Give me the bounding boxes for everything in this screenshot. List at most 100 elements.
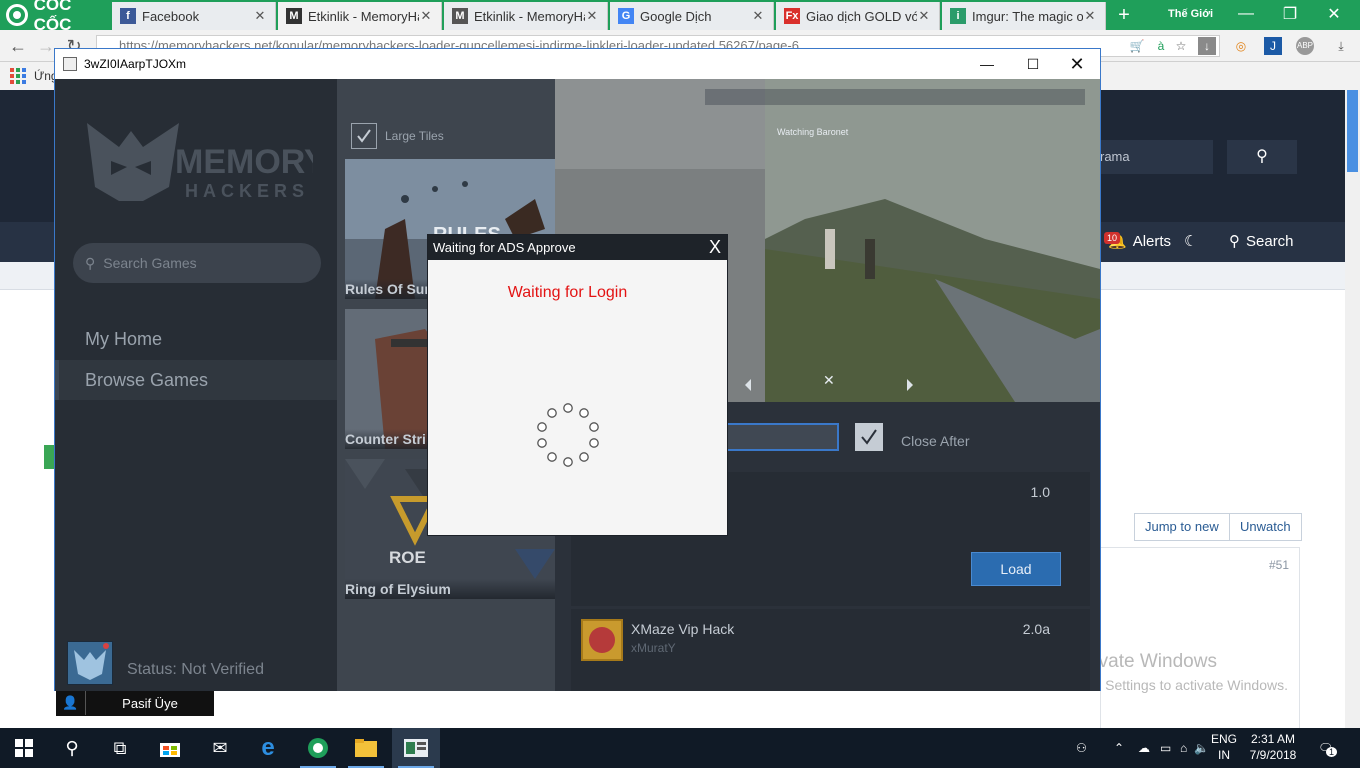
close-icon[interactable]: ✕ <box>917 8 931 24</box>
load-button[interactable]: Load <box>971 552 1061 586</box>
app-title: 3wZI0IAarpTJOXm <box>84 57 187 71</box>
search-icon[interactable]: ⚲ <box>48 728 96 768</box>
coccoc-taskbar-icon[interactable] <box>294 728 342 768</box>
loader-app-taskbar-icon[interactable] <box>392 728 440 768</box>
close-after-check[interactable] <box>855 423 883 451</box>
maximize-icon[interactable]: ☐ <box>1011 49 1055 79</box>
verification-status: Status: Not Verified <box>127 661 264 678</box>
system-clock[interactable]: 2:31 AM 7/9/2018 <box>1238 731 1308 763</box>
action-center-icon[interactable]: 🗨 1 <box>1318 728 1338 768</box>
new-tab-button[interactable]: + <box>1113 4 1135 26</box>
translate-icon[interactable]: à <box>1152 37 1170 55</box>
jump-to-new-button[interactable]: Jump to new <box>1134 513 1230 541</box>
dialog-close-button[interactable]: X <box>709 236 721 258</box>
mail-icon[interactable]: ✉ <box>196 728 244 768</box>
app-sidebar: MEMORY HACKERS ⚲ My Home Browse Games St… <box>55 79 337 691</box>
nav-search-link[interactable]: ⚲ Search <box>1229 232 1294 251</box>
onedrive-icon[interactable]: ☁ <box>1138 728 1150 768</box>
tab-label: Etkinlik - MemoryHac <box>308 8 419 24</box>
tab-imgur[interactable]: i Imgur: The magic of ✕ <box>942 2 1106 30</box>
svg-text:✕: ✕ <box>823 372 835 388</box>
menu-my-home[interactable]: My Home <box>55 319 337 359</box>
extension-icon[interactable]: J <box>1264 37 1282 55</box>
search-icon: ⚲ <box>1229 233 1240 250</box>
game-search-input[interactable] <box>103 255 304 271</box>
volume-icon[interactable]: 🔈 <box>1194 728 1209 768</box>
network-icon[interactable]: ⌂ <box>1180 728 1187 768</box>
close-icon[interactable]: ✕ <box>1083 8 1097 24</box>
fx-icon: Fx <box>784 8 800 24</box>
coccoc-logo-icon <box>6 4 28 26</box>
site-search-input[interactable]: rama <box>1090 140 1213 174</box>
user-role-card: 👤 Pasif Üye <box>56 690 214 716</box>
loader-card-xmaze[interactable]: XMaze Vip Hack xMuratY 2.0a <box>571 609 1090 691</box>
close-icon[interactable]: ✕ <box>585 8 599 24</box>
close-icon[interactable]: ✕ <box>751 8 765 24</box>
show-hidden-icons[interactable]: ⌃ <box>1114 728 1124 768</box>
minimize-icon[interactable]: — <box>1224 0 1268 28</box>
scrollbar-thumb[interactable] <box>1347 90 1358 172</box>
close-icon[interactable]: ✕ <box>419 8 433 24</box>
close-icon[interactable]: ✕ <box>1055 49 1099 79</box>
search-icon[interactable]: ⚲ <box>1227 140 1297 174</box>
tab-memoryhackers-active[interactable]: M Etkinlik - MemoryHac ✕ <box>278 2 442 30</box>
svg-text:Watching Baronet: Watching Baronet <box>777 127 849 137</box>
alerts-count-badge: 10 <box>1104 232 1121 244</box>
post-box: #51 <box>1100 547 1300 732</box>
people-icon[interactable]: ⚇ <box>1076 728 1087 768</box>
svg-text:ROE: ROE <box>389 548 426 567</box>
svg-text:MEMORY: MEMORY <box>175 143 313 181</box>
forward-arrow-icon[interactable]: → <box>36 36 56 56</box>
tab-google-translate[interactable]: G Google Dịch ✕ <box>610 2 774 30</box>
close-window-icon[interactable]: ✕ <box>1312 0 1356 28</box>
minimize-icon[interactable]: — <box>965 49 1009 79</box>
apps-grid-icon[interactable] <box>10 68 26 84</box>
battery-icon[interactable]: ▭ <box>1160 728 1171 768</box>
tile-title: Ring of Elysium <box>345 579 555 599</box>
back-arrow-icon[interactable]: ← <box>8 36 28 56</box>
close-icon[interactable]: ✕ <box>253 8 267 24</box>
close-after-label: Close After <box>901 433 970 449</box>
star-icon[interactable]: ☆ <box>1172 37 1190 55</box>
dark-mode-toggle[interactable]: ☾ <box>1184 232 1197 250</box>
task-view-icon[interactable]: ⧉ <box>96 728 144 768</box>
large-tiles-checkbox[interactable] <box>351 123 377 149</box>
facebook-icon: f <box>120 8 136 24</box>
download-icon[interactable]: ↓ <box>1198 37 1216 55</box>
file-explorer-icon[interactable] <box>342 728 390 768</box>
game-search-field[interactable]: ⚲ <box>73 243 321 283</box>
memoryhackers-icon: M <box>286 8 302 24</box>
user-avatar[interactable] <box>67 641 113 685</box>
edge-browser-icon[interactable]: e <box>244 728 292 768</box>
ads-approve-dialog: Waiting for ADS Approve X Waiting for Lo… <box>428 235 727 535</box>
hack-author: xMuratY <box>631 641 676 655</box>
store-icon[interactable] <box>146 728 194 768</box>
adblock-icon[interactable]: ABP <box>1296 37 1314 55</box>
tab-facebook[interactable]: f Facebook ✕ <box>112 2 276 30</box>
imgur-icon: i <box>950 8 966 24</box>
clock-time: 2:31 AM <box>1250 732 1296 746</box>
close-after-checkbox[interactable] <box>855 423 883 451</box>
tab-fx[interactable]: Fx Giao dịch GOLD với F ✕ <box>776 2 940 30</box>
post-number[interactable]: #51 <box>1269 558 1289 572</box>
tab-label: Giao dịch GOLD với F <box>806 8 917 24</box>
downloads-icon[interactable]: ⤓ <box>1332 37 1350 55</box>
large-tiles-toggle[interactable]: Large Tiles <box>351 123 444 149</box>
page-scrollbar[interactable] <box>1345 90 1360 730</box>
coccoc-brand[interactable]: CỐC CỐC <box>0 0 112 34</box>
start-windows-icon[interactable] <box>0 728 48 768</box>
restore-icon[interactable]: ❐ <box>1268 0 1312 28</box>
unwatch-button[interactable]: Unwatch <box>1229 513 1302 541</box>
menu-browse-games[interactable]: Browse Games <box>55 360 337 400</box>
dialog-titlebar: Waiting for ADS Approve X <box>428 235 727 260</box>
search-label: Search <box>1246 232 1294 250</box>
large-tiles-label: Large Tiles <box>385 129 444 143</box>
language-indicator[interactable]: ENG IN <box>1208 731 1240 763</box>
tab-label: Google Dịch <box>640 8 712 24</box>
extension-icon[interactable]: ◎ <box>1232 37 1250 55</box>
checkmark-icon <box>861 429 877 445</box>
cart-icon[interactable]: 🛒 <box>1128 37 1146 55</box>
tab-memoryhackers[interactable]: M Etkinlik - MemoryHac ✕ <box>444 2 608 30</box>
windows-taskbar: ⚲ ⧉ ✉ e ⚇ ⌃ ☁ ▭ ⌂ 🔈 ENG IN 2:31 AM 7/9/2… <box>0 728 1360 768</box>
avatar-logo-icon <box>74 643 109 680</box>
